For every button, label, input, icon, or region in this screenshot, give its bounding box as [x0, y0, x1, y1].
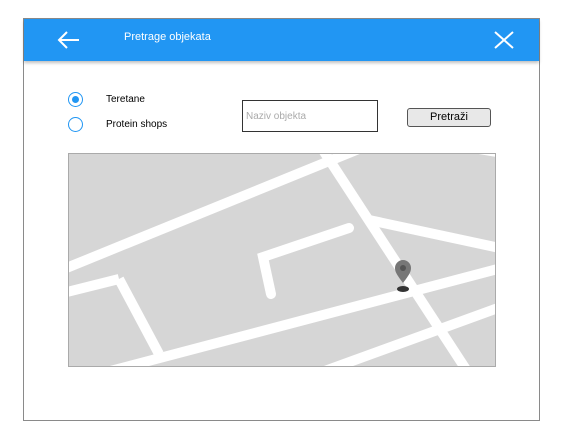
search-window: Pretrage objekata Teretane Protein shops…	[23, 18, 540, 421]
back-button[interactable]	[56, 28, 82, 52]
radio-option-teretane[interactable]: Teretane	[68, 92, 145, 107]
close-button[interactable]	[493, 30, 515, 50]
radio-button[interactable]	[68, 92, 83, 107]
app-header: Pretrage objekata	[24, 19, 539, 61]
map-view[interactable]	[68, 153, 496, 367]
arrow-left-icon	[57, 31, 79, 49]
close-icon	[494, 31, 514, 49]
page-title: Pretrage objekata	[124, 31, 211, 43]
radio-label: Teretane	[106, 94, 145, 105]
search-input[interactable]	[242, 100, 378, 132]
map-graphic	[69, 154, 495, 366]
radio-label: Protein shops	[106, 119, 168, 130]
radio-option-protein-shops[interactable]: Protein shops	[68, 117, 167, 132]
search-button[interactable]: Pretraži	[407, 108, 491, 127]
radio-button[interactable]	[68, 117, 83, 132]
